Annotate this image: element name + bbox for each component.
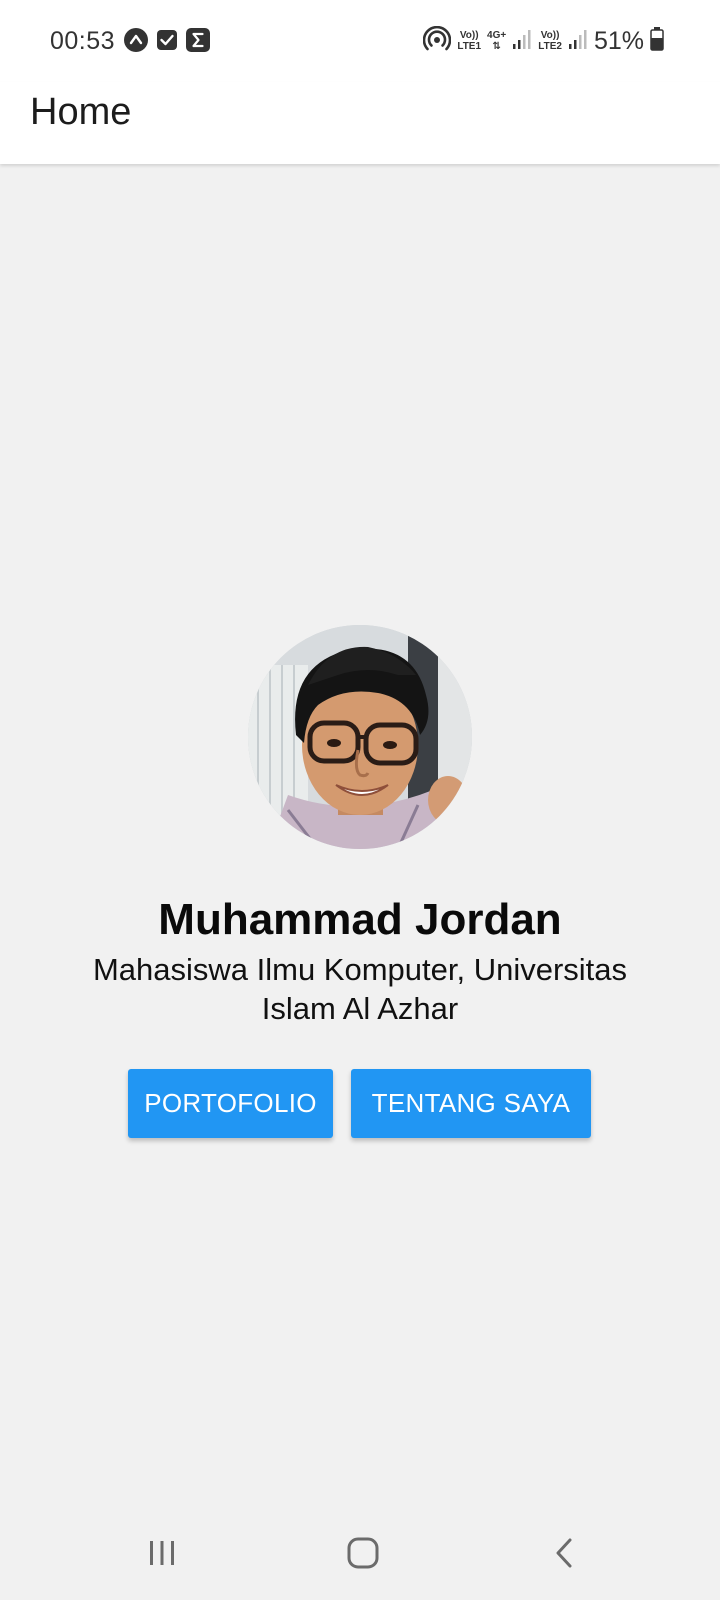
battery-icon: [650, 26, 664, 56]
notification-icons: [124, 28, 210, 57]
data-type-text: 4G+: [487, 30, 507, 41]
profile-name: Muhammad Jordan: [158, 895, 562, 944]
about-me-button[interactable]: TENTANG SAYA: [351, 1069, 591, 1138]
avatar-photo: [248, 625, 472, 849]
home-icon: [346, 1537, 380, 1574]
back-icon: [553, 1537, 577, 1574]
status-bar: 00:53 Vo)) LTE1 4G+ ⇅ Vo)) LTE2 51%: [0, 0, 720, 82]
signal-strength-2-icon: [568, 28, 588, 55]
data-arrows-icon: ⇅: [492, 41, 501, 52]
profile-subtitle: Mahasiswa Ilmu Komputer, Universitas Isl…: [92, 952, 628, 1026]
portfolio-button[interactable]: PORTOFOLIO: [128, 1069, 333, 1138]
battery-percentage: 51%: [593, 27, 644, 55]
sim1-top-text: Vo)): [459, 30, 479, 41]
status-time: 00:53: [50, 27, 116, 55]
home-nav-button[interactable]: [333, 1530, 393, 1580]
sim1-indicator: Vo)) LTE1: [457, 30, 481, 52]
caret-up-badge-icon: [124, 28, 148, 57]
avatar: [248, 625, 472, 849]
checkbox-icon: [156, 29, 178, 56]
sim2-bottom-text: LTE2: [538, 41, 562, 52]
status-right-group: Vo)) LTE1 4G+ ⇅ Vo)) LTE2 51%: [423, 24, 664, 58]
recent-apps-button[interactable]: [132, 1530, 192, 1580]
recent-apps-icon: [147, 1539, 177, 1572]
sim2-top-text: Vo)): [540, 30, 560, 41]
sigma-icon: [186, 28, 210, 57]
back-nav-button[interactable]: [535, 1530, 595, 1580]
page-title: Home: [30, 91, 132, 133]
signal-strength-icon: [512, 28, 532, 55]
hotspot-icon: [423, 25, 452, 57]
sim2-indicator: Vo)) LTE2: [538, 30, 562, 52]
data-type-indicator: 4G+ ⇅: [487, 30, 506, 52]
sim1-bottom-text: LTE1: [457, 41, 482, 52]
